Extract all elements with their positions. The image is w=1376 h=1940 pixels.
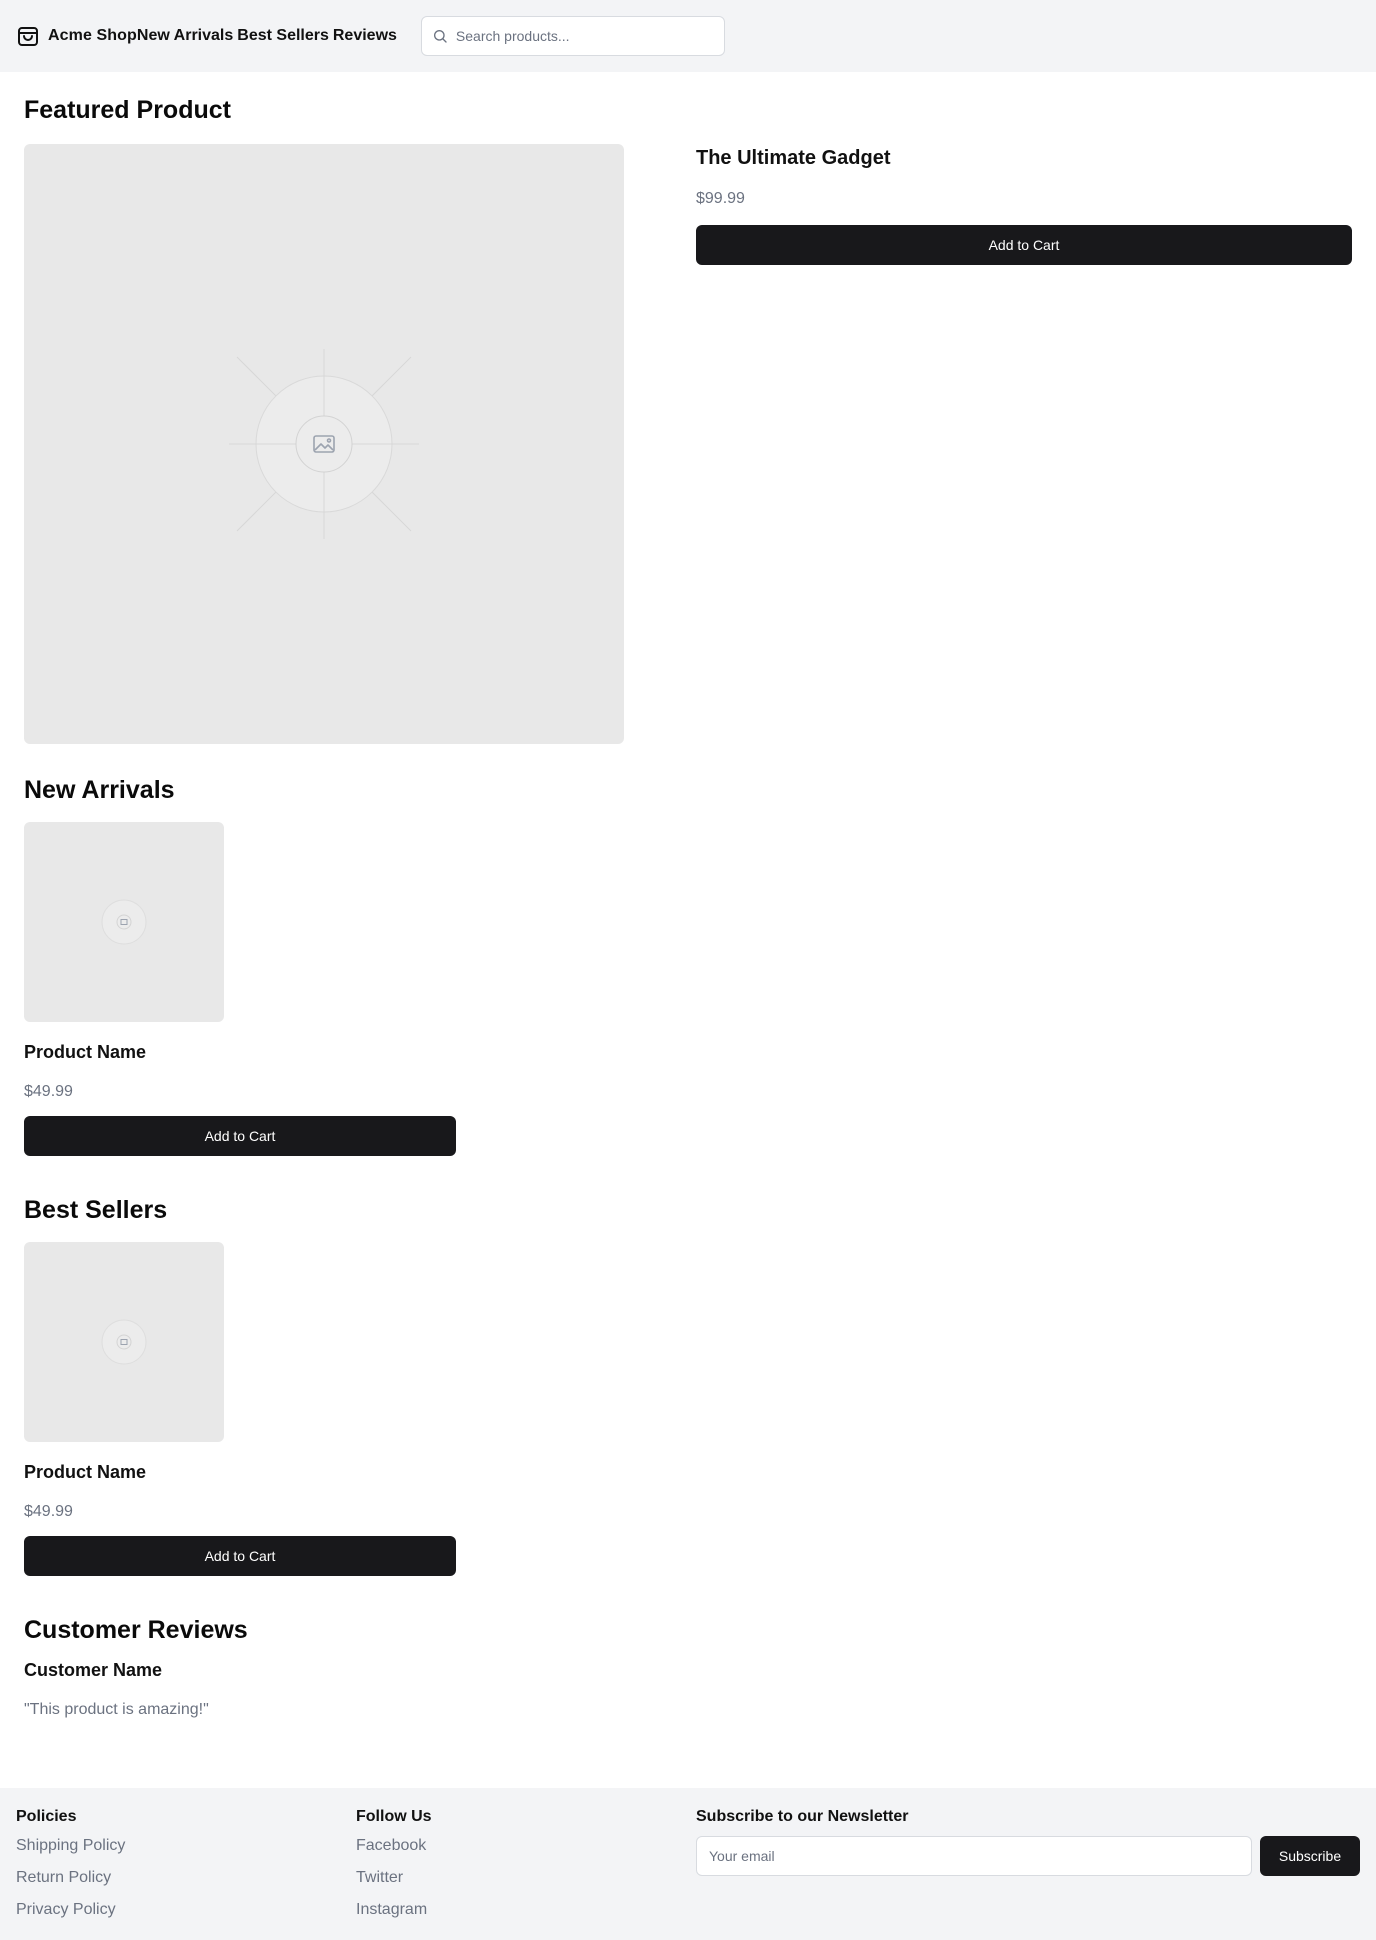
best-sellers-section: Best Sellers Product Name $49.99 Add to …	[24, 1196, 456, 1576]
nav-link-best-sellers[interactable]: Best Sellers	[237, 27, 329, 45]
featured-add-to-cart-button[interactable]: Add to Cart	[696, 225, 1352, 265]
main-nav: New Arrivals Best Sellers Reviews	[137, 27, 397, 45]
footer-newsletter-heading: Subscribe to our Newsletter	[696, 1808, 909, 1825]
featured-product-price: $99.99	[696, 190, 745, 207]
featured-product-image	[24, 144, 624, 744]
footer-policies-heading: Policies	[16, 1808, 77, 1825]
new-arrivals-product-image[interactable]	[24, 822, 224, 1022]
footer-newsletter: Subscribe to our Newsletter Subscribe	[696, 1808, 1360, 1876]
new-arrivals-title: New Arrivals	[24, 776, 175, 804]
footer-follow-heading: Follow Us	[356, 1808, 432, 1825]
brand[interactable]: Acme Shop	[16, 24, 137, 48]
footer-link-return-policy[interactable]: Return Policy	[16, 1868, 125, 1900]
image-placeholder-icon	[101, 1319, 147, 1365]
newsletter-form: Subscribe	[696, 1836, 1360, 1876]
footer-link-shipping-policy[interactable]: Shipping Policy	[16, 1836, 125, 1868]
site-header: Acme Shop New Arrivals Best Sellers Revi…	[0, 0, 1376, 72]
new-arrivals-add-to-cart-button[interactable]: Add to Cart	[24, 1116, 456, 1156]
best-sellers-product-image[interactable]	[24, 1242, 224, 1442]
featured-section-title: Featured Product	[24, 96, 231, 124]
featured-product-name: The Ultimate Gadget	[696, 147, 891, 169]
subscribe-button[interactable]: Subscribe	[1260, 1836, 1360, 1876]
best-sellers-title: Best Sellers	[24, 1196, 168, 1224]
newsletter-email-input[interactable]	[696, 1836, 1252, 1876]
site-footer: Policies Shipping Policy Return Policy P…	[0, 1788, 1376, 1940]
search-icon	[432, 28, 448, 44]
review-customer-name: Customer Name	[24, 1660, 163, 1680]
footer-link-privacy-policy[interactable]: Privacy Policy	[16, 1900, 125, 1932]
brand-name: Acme Shop	[48, 27, 137, 44]
search-box	[420, 16, 725, 56]
footer-policies: Policies Shipping Policy Return Policy P…	[16, 1808, 125, 1932]
review-text: "This product is amazing!"	[24, 1701, 209, 1718]
nav-link-new-arrivals[interactable]: New Arrivals	[137, 27, 233, 45]
new-arrivals-section: New Arrivals Product Name $49.99 Add to …	[24, 776, 456, 1156]
new-arrivals-product-price: $49.99	[24, 1083, 73, 1100]
new-arrivals-product-name: Product Name	[24, 1042, 147, 1062]
featured-product-info: The Ultimate Gadget $99.99 Add to Cart	[696, 144, 1352, 265]
customer-reviews-title: Customer Reviews	[24, 1616, 248, 1644]
best-sellers-product-name: Product Name	[24, 1462, 147, 1482]
search-input[interactable]	[455, 28, 696, 44]
image-placeholder-icon	[229, 349, 419, 539]
customer-reviews-section: Customer Reviews Customer Name "This pro…	[24, 1616, 248, 1719]
best-sellers-add-to-cart-button[interactable]: Add to Cart	[24, 1536, 456, 1576]
nav-link-reviews[interactable]: Reviews	[333, 27, 397, 45]
shopping-bag-icon	[16, 24, 40, 48]
best-sellers-product-price: $49.99	[24, 1503, 73, 1520]
footer-link-twitter[interactable]: Twitter	[356, 1868, 432, 1900]
image-placeholder-icon	[101, 899, 147, 945]
footer-follow-us: Follow Us Facebook Twitter Instagram	[356, 1808, 432, 1932]
footer-link-facebook[interactable]: Facebook	[356, 1836, 432, 1868]
footer-link-instagram[interactable]: Instagram	[356, 1900, 432, 1932]
